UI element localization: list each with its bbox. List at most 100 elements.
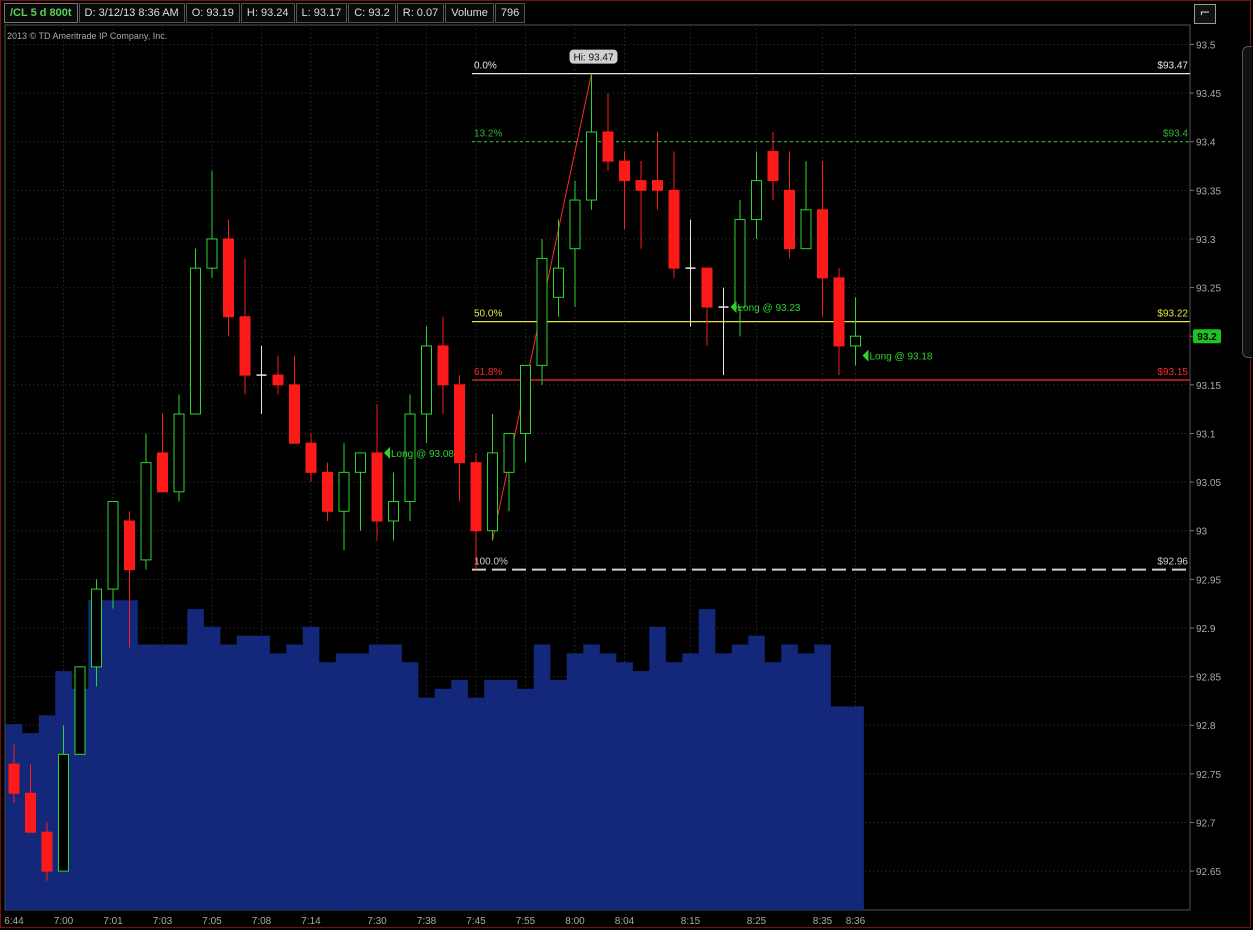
candle-body xyxy=(751,180,762,221)
candle-body xyxy=(371,452,383,522)
x-tick-label: 7:08 xyxy=(252,916,272,927)
y-tick-label: 93.25 xyxy=(1196,284,1221,295)
fib-percent-label: 0.0% xyxy=(474,61,497,72)
candle-body xyxy=(338,471,350,512)
candle-body xyxy=(25,792,36,833)
candle-body xyxy=(305,442,317,473)
candle-body xyxy=(388,501,399,522)
candle-body xyxy=(817,209,828,279)
volume-bar xyxy=(649,626,666,910)
fib-price-label: $93.15 xyxy=(1157,367,1188,378)
candle-body xyxy=(322,471,333,512)
candle-body xyxy=(850,335,861,347)
candle-body xyxy=(833,277,845,347)
volume-bar xyxy=(566,653,584,910)
x-tick-label: 7:03 xyxy=(153,916,173,927)
candle-body xyxy=(784,189,795,250)
candle-body xyxy=(569,199,581,250)
volume-bar xyxy=(451,679,468,910)
x-tick-label: 8:36 xyxy=(846,916,866,927)
fib-percent-label: 100.0% xyxy=(474,557,508,568)
volume-bar xyxy=(797,653,815,910)
x-tick-label: 7:05 xyxy=(202,916,222,927)
x-tick-label: 8:00 xyxy=(565,916,585,927)
volume-bar xyxy=(599,653,617,910)
x-tick-label: 8:15 xyxy=(681,916,701,927)
volume-bar xyxy=(467,697,485,910)
volume-bar xyxy=(731,644,749,910)
fib-price-label: $93.4 xyxy=(1163,129,1188,140)
trade-arrow-icon xyxy=(384,446,390,459)
x-tick-label: 7:30 xyxy=(367,916,387,927)
volume-bar xyxy=(368,644,386,910)
y-tick-label: 93.05 xyxy=(1196,478,1221,489)
y-tick-label: 93.4 xyxy=(1196,138,1216,149)
candle-body xyxy=(421,345,432,415)
candle-body xyxy=(536,257,548,366)
candle-body xyxy=(140,462,152,561)
fib-price-label: $93.47 xyxy=(1157,61,1188,72)
volume-bar xyxy=(418,697,435,910)
volume-bar xyxy=(154,644,171,910)
trade-label: Long @ 93.23 xyxy=(738,303,801,314)
fib-price-label: $93.22 xyxy=(1157,309,1188,320)
volume-bar xyxy=(500,679,518,910)
fib-price-label: $92.96 xyxy=(1157,557,1188,568)
candle-body xyxy=(107,501,119,590)
high-marker-label: Hi: 93.47 xyxy=(573,53,613,64)
candle-body xyxy=(173,413,185,493)
y-tick-label: 92.7 xyxy=(1196,818,1216,829)
volume-bar xyxy=(187,609,204,910)
volume-bar xyxy=(302,626,320,910)
candle-body xyxy=(58,753,69,872)
candle-body xyxy=(190,267,201,415)
x-tick-label: 8:04 xyxy=(615,916,635,927)
candle-body xyxy=(701,267,713,308)
candle-body xyxy=(41,831,53,872)
volume-bar xyxy=(682,653,699,910)
candle-body xyxy=(767,150,779,182)
candle-body xyxy=(124,520,135,571)
volume-bar xyxy=(715,653,732,910)
volume-bar xyxy=(319,662,336,910)
y-tick-label: 92.8 xyxy=(1196,721,1216,732)
volume-bar xyxy=(203,626,221,910)
candle-body xyxy=(470,462,482,532)
volume-bar xyxy=(253,635,270,910)
candle-body xyxy=(206,238,218,269)
y-tick-label: 93 xyxy=(1196,527,1208,538)
candle-body xyxy=(239,316,251,376)
candle-body xyxy=(734,219,746,308)
candle-body xyxy=(223,238,234,318)
candle-body xyxy=(553,267,564,298)
volume-bar xyxy=(781,644,798,910)
volume-bar xyxy=(665,662,683,910)
fib-percent-label: 61.8% xyxy=(474,367,502,378)
x-tick-label: 7:01 xyxy=(103,916,123,927)
volume-bar xyxy=(401,662,419,910)
x-tick-label: 6:44 xyxy=(4,916,24,927)
y-tick-label: 92.65 xyxy=(1196,867,1221,878)
volume-bar xyxy=(847,706,864,910)
x-tick-label: 8:35 xyxy=(813,916,833,927)
volume-bar xyxy=(385,644,402,910)
candle-body xyxy=(602,131,614,162)
price-chart[interactable]: 93.5 93.45 93.4 93.35 93.3 93.25 93.2 93.15 93.1… xyxy=(0,0,1253,930)
volume-bar xyxy=(583,644,600,910)
volume-bar xyxy=(286,644,303,910)
x-tick-label: 8:25 xyxy=(747,916,767,927)
y-tick-label: 93.45 xyxy=(1196,89,1221,100)
candle-body xyxy=(289,384,300,444)
y-tick-label: 93.5 xyxy=(1196,40,1216,51)
volume-bar xyxy=(814,644,831,910)
trade-label: Long @ 93.08 xyxy=(391,449,454,460)
y-tick-label: 92.95 xyxy=(1196,575,1221,586)
volume-bar xyxy=(616,662,633,910)
x-tick-label: 7:38 xyxy=(417,916,437,927)
x-tick-label: 7:00 xyxy=(54,916,74,927)
volume-bar xyxy=(748,635,765,910)
candle-body xyxy=(520,364,531,434)
volume-bar xyxy=(352,653,369,910)
last-price-label: 93.2 xyxy=(1197,332,1217,343)
candle-body xyxy=(652,180,663,191)
